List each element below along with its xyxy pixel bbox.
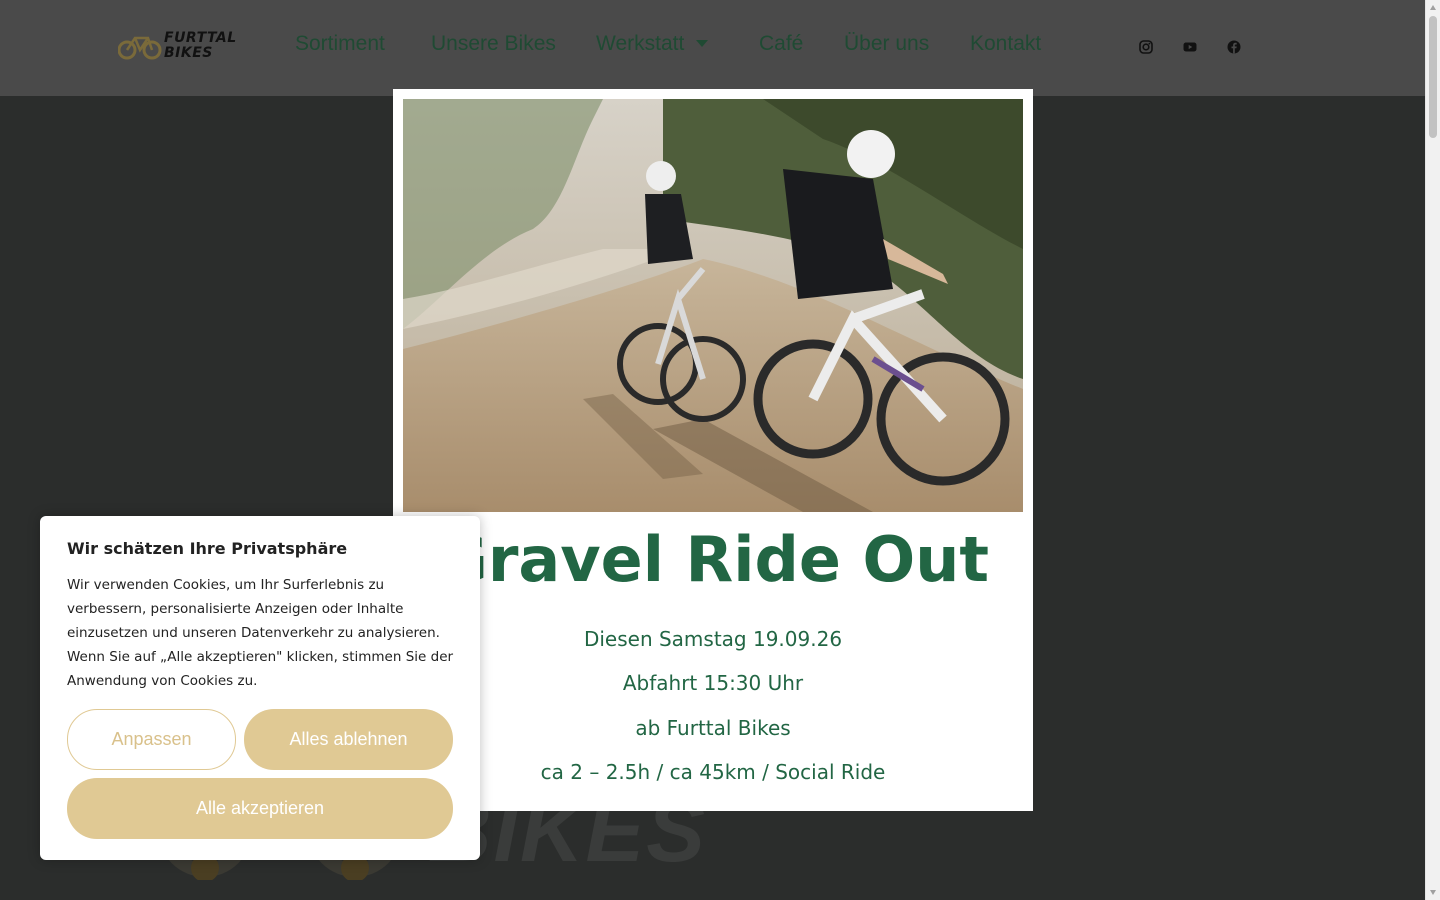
- nav-ueber-uns[interactable]: Über uns: [844, 32, 929, 56]
- event-date: Diesen Samstag 19.09.26: [583, 627, 843, 651]
- scroll-thumb[interactable]: [1429, 16, 1437, 138]
- nav-werkstatt-label: Werkstatt: [596, 32, 685, 55]
- site-header: FURTTAL BIKES Sortiment Unsere Bikes Wer…: [0, 0, 1425, 96]
- cookie-banner: Wir schätzen Ihre Privatsphäre Wir verwe…: [40, 516, 480, 860]
- bike-logo-icon: [118, 36, 162, 60]
- logo-line-1: FURTTAL: [164, 30, 237, 46]
- event-time: Abfahrt 15:30 Uhr: [622, 671, 804, 695]
- nav-cafe[interactable]: Café: [759, 32, 803, 56]
- logo-text: FURTTAL BIKES: [164, 31, 237, 61]
- cookie-title: Wir schätzen Ihre Privatsphäre: [67, 539, 348, 558]
- instagram-icon[interactable]: [1139, 40, 1153, 54]
- chevron-down-icon[interactable]: [696, 40, 709, 47]
- reject-all-button[interactable]: Alles ablehnen: [244, 709, 453, 770]
- event-title: Gravel Ride Out: [436, 523, 990, 596]
- nav-kontakt[interactable]: Kontakt: [970, 32, 1041, 56]
- scroll-down-arrow-icon[interactable]: [1430, 890, 1436, 895]
- customize-button[interactable]: Anpassen: [67, 709, 236, 770]
- page-scrollbar[interactable]: [1425, 0, 1440, 900]
- nav-werkstatt[interactable]: Werkstatt: [596, 32, 709, 56]
- photo-illustration: [403, 99, 1023, 512]
- site-logo[interactable]: FURTTAL BIKES: [118, 30, 252, 64]
- event-location: ab Furttal Bikes: [635, 716, 791, 740]
- event-details: ca 2 – 2.5h / ca 45km / Social Ride: [540, 760, 886, 784]
- gravel-cyclists-photo: [403, 99, 1023, 512]
- nav-unsere-bikes[interactable]: Unsere Bikes: [431, 32, 556, 56]
- cookie-text: Wir verwenden Cookies, um Ihr Surferlebn…: [67, 577, 454, 689]
- scroll-up-arrow-icon[interactable]: [1430, 5, 1436, 10]
- nav-sortiment[interactable]: Sortiment: [295, 32, 385, 56]
- youtube-icon[interactable]: [1183, 40, 1197, 54]
- facebook-icon[interactable]: [1227, 40, 1241, 54]
- accept-all-button[interactable]: Alle akzeptieren: [67, 778, 453, 839]
- event-popup: Gravel Ride Out Diesen Samstag 19.09.26 …: [393, 89, 1033, 811]
- logo-line-2: BIKES: [164, 45, 213, 61]
